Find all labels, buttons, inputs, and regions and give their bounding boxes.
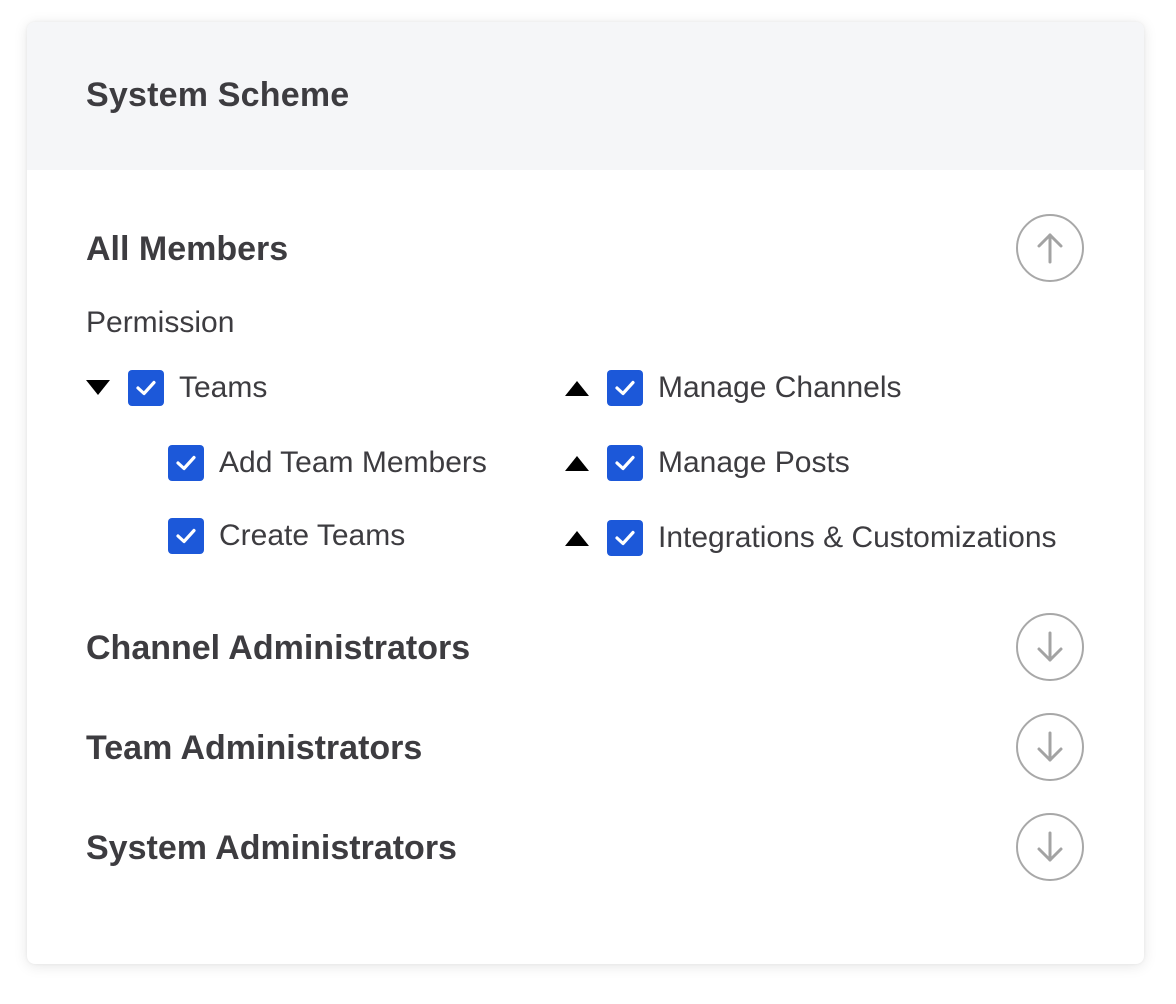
permission-row-create-teams: Create Teams	[168, 516, 405, 556]
checkmark-icon	[615, 455, 635, 471]
checkmark-icon	[136, 380, 156, 396]
permission-row-integrations: Integrations & Customizations	[565, 518, 1057, 558]
permission-row-manage-posts: Manage Posts	[565, 443, 850, 483]
permission-label-integrations: Integrations & Customizations	[658, 521, 1057, 554]
section-title-all-members: All Members	[86, 230, 289, 268]
checkmark-icon	[615, 380, 635, 396]
checkbox-manage-channels[interactable]	[607, 370, 643, 406]
arrow-down-icon	[1037, 831, 1063, 862]
card-title: System Scheme	[86, 76, 350, 114]
permission-label: Permission	[86, 306, 235, 339]
checkmark-icon	[176, 455, 196, 471]
checkbox-integrations[interactable]	[607, 520, 643, 556]
arrow-down-icon	[1037, 631, 1063, 662]
system-scheme-card: System Scheme All Members Permission Tea…	[27, 22, 1144, 964]
collapse-all-members-button[interactable]	[1016, 214, 1084, 282]
caret-up-icon[interactable]	[565, 378, 589, 398]
expand-channel-administrators-button[interactable]	[1016, 613, 1084, 681]
checkbox-teams[interactable]	[128, 370, 164, 406]
permission-label-manage-posts: Manage Posts	[658, 446, 850, 479]
permission-label-add-team-members: Add Team Members	[219, 446, 487, 479]
caret-up-icon[interactable]	[565, 528, 589, 548]
section-title-channel-administrators: Channel Administrators	[86, 629, 471, 667]
permission-label-create-teams: Create Teams	[219, 519, 406, 552]
card-header: System Scheme	[27, 22, 1144, 170]
caret-down-icon[interactable]	[86, 378, 110, 398]
expand-system-administrators-button[interactable]	[1016, 813, 1084, 881]
checkbox-manage-posts[interactable]	[607, 445, 643, 481]
section-title-team-administrators: Team Administrators	[86, 729, 423, 767]
caret-up-icon[interactable]	[565, 453, 589, 473]
permission-label-teams: Teams	[179, 371, 268, 404]
permission-label-manage-channels: Manage Channels	[658, 371, 902, 404]
permission-row-add-team-members: Add Team Members	[168, 443, 487, 483]
checkbox-create-teams[interactable]	[168, 518, 204, 554]
permission-row-teams: Teams	[86, 368, 267, 408]
arrow-up-icon	[1037, 233, 1063, 264]
section-title-system-administrators: System Administrators	[86, 829, 457, 867]
checkmark-icon	[615, 530, 635, 546]
checkbox-add-team-members[interactable]	[168, 445, 204, 481]
checkmark-icon	[176, 528, 196, 544]
arrow-down-icon	[1037, 731, 1063, 762]
permission-row-manage-channels: Manage Channels	[565, 368, 902, 408]
expand-team-administrators-button[interactable]	[1016, 713, 1084, 781]
